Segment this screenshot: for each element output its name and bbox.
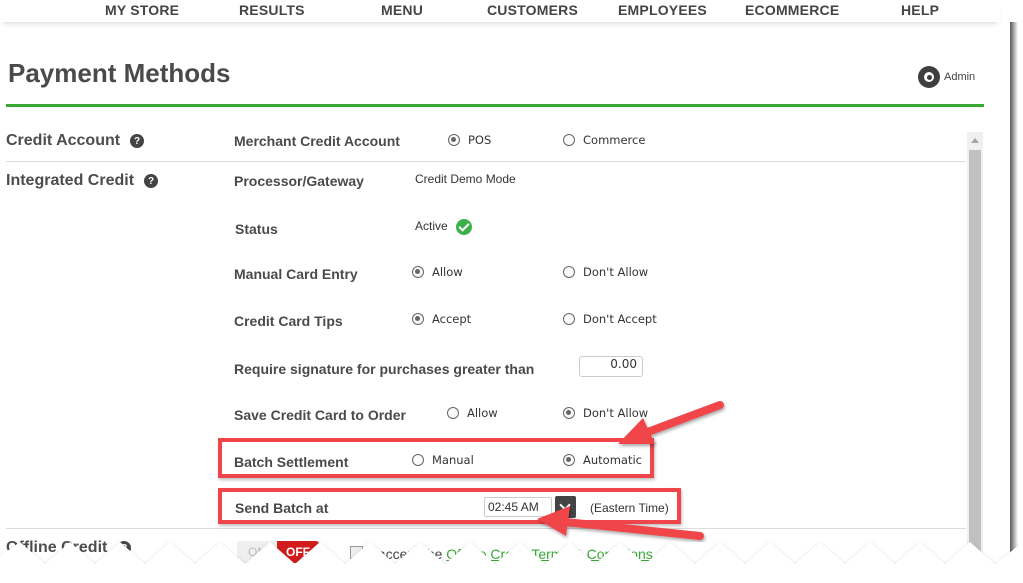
admin-menu[interactable]: Admin (918, 66, 975, 88)
nav-menu[interactable]: MENU (381, 2, 423, 18)
nav-customers[interactable]: CUSTOMERS (487, 2, 578, 18)
save-card-label: Save Credit Card to Order (234, 407, 406, 423)
radio-pos[interactable]: POS (448, 133, 491, 147)
radio-save-card-allow[interactable]: Allow (447, 406, 498, 420)
help-icon[interactable]: ? (117, 541, 132, 555)
help-icon[interactable]: ? (144, 174, 159, 188)
top-navigation: MY STORE RESULTS MENU CUSTOMERS EMPLOYEE… (0, 0, 1000, 22)
section-label: Offline Credit (6, 539, 108, 556)
nav-ecommerce[interactable]: ECOMMERCE (745, 2, 839, 18)
annotation-box-send-batch (218, 488, 681, 524)
toggle-on-label: ON (237, 541, 277, 563)
annotation-box-batch-settlement (218, 438, 654, 478)
gear-icon (918, 66, 940, 88)
radio-unselected-icon (563, 266, 575, 278)
section-divider (6, 161, 966, 162)
title-divider (6, 104, 984, 107)
status-value: Active (415, 219, 472, 235)
scroll-up-icon[interactable] (971, 138, 979, 143)
manual-card-entry-label: Manual Card Entry (234, 266, 358, 282)
radio-selected-icon (448, 134, 460, 146)
accept-terms-text: I accept the Offline Credit Terms & Cond… (370, 546, 657, 562)
radio-tips-accept[interactable]: Accept (412, 312, 471, 326)
processor-gateway-value: Credit Demo Mode (415, 172, 516, 186)
signature-threshold-label: Require signature for purchases greater … (234, 361, 535, 377)
radio-tips-dont-accept[interactable]: Don't Accept (563, 312, 657, 326)
merchant-credit-account-label: Merchant Credit Account (234, 133, 400, 149)
page-title: Payment Methods (8, 58, 231, 88)
radio-manual-entry-allow[interactable]: Allow (412, 265, 463, 279)
nav-my-store[interactable]: MY STORE (105, 2, 179, 18)
check-circle-icon (455, 219, 472, 235)
scroll-thumb[interactable] (969, 150, 981, 583)
radio-selected-icon (563, 407, 575, 419)
radio-selected-icon (412, 266, 424, 278)
toggle-off-label: OFF (277, 541, 319, 563)
radio-manual-entry-dont-allow[interactable]: Don't Allow (563, 265, 648, 279)
app-frame: MY STORE RESULTS MENU CUSTOMERS EMPLOYEE… (0, 0, 1010, 583)
section-integrated-credit: Integrated Credit ? (6, 172, 159, 190)
radio-unselected-icon (563, 313, 575, 325)
nav-help[interactable]: HELP (901, 2, 939, 18)
radio-save-card-dont-allow[interactable]: Don't Allow (563, 406, 648, 420)
help-icon[interactable]: ? (130, 134, 145, 148)
radio-selected-icon (412, 313, 424, 325)
nav-results[interactable]: RESULTS (239, 2, 305, 18)
status-label: Status (235, 221, 278, 237)
section-offline-credit: Offline Credit ? (6, 539, 132, 557)
radio-commerce[interactable]: Commerce (563, 133, 645, 147)
nav-employees[interactable]: EMPLOYEES (618, 2, 707, 18)
section-divider (6, 528, 966, 529)
section-credit-account: Credit Account ? (6, 132, 145, 150)
admin-label: Admin (944, 71, 976, 83)
radio-unselected-icon (563, 134, 575, 146)
frame-shadow (1010, 22, 1018, 562)
offline-credit-toggle[interactable]: ON OFF (237, 541, 319, 563)
vertical-scrollbar[interactable] (967, 132, 983, 583)
processor-gateway-label: Processor/Gateway (234, 173, 364, 189)
section-label: Credit Account (6, 132, 121, 149)
radio-unselected-icon (447, 407, 459, 419)
accept-terms-checkbox[interactable] (350, 546, 363, 559)
terms-link[interactable]: Offline Credit Terms & Conditions. (446, 546, 656, 562)
credit-card-tips-label: Credit Card Tips (234, 313, 343, 329)
signature-threshold-input[interactable]: 0.00 (579, 356, 643, 377)
section-label: Integrated Credit (6, 172, 135, 189)
